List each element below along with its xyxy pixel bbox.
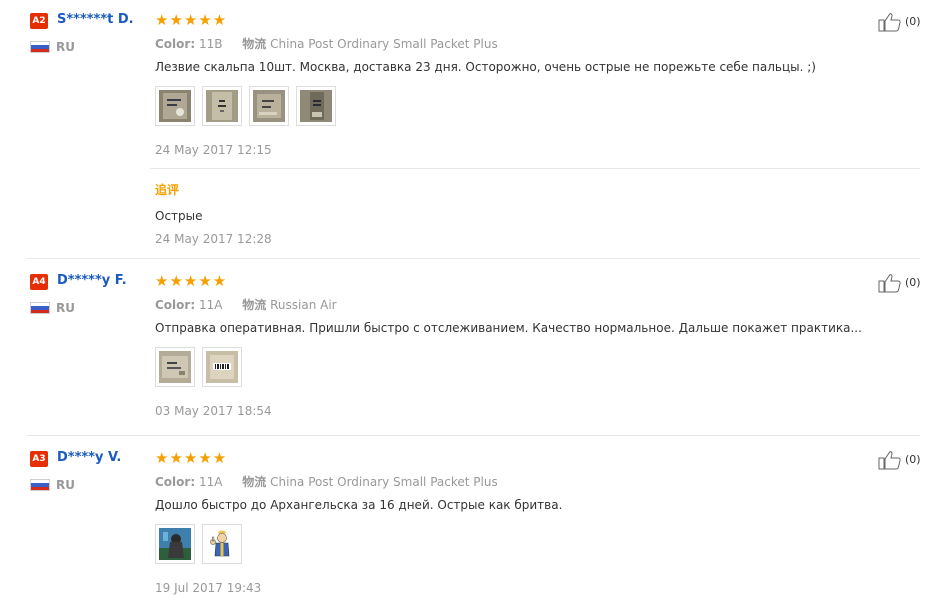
character-art-icon — [159, 528, 191, 560]
color-label: Color: — [155, 37, 196, 51]
thumbs-up-icon — [878, 13, 901, 32]
package-photo-icon — [159, 90, 191, 122]
color-value: 11A — [198, 298, 223, 312]
star-rating: ★★★★★ — [155, 11, 228, 29]
russia-flag-icon — [30, 479, 50, 491]
review-photo-thumbnail[interactable] — [155, 86, 195, 126]
package-photo-icon — [300, 90, 332, 122]
review-meta: Color: 11A 物流 China Post Ordinary Small … — [155, 473, 498, 490]
color-label: Color: — [155, 475, 196, 489]
review-date: 19 Jul 2017 19:43 — [155, 581, 262, 595]
package-photo-icon — [206, 351, 238, 383]
shipping-label: 物流 — [242, 475, 267, 489]
russia-flag-icon — [30, 41, 50, 53]
thumbs-up-icon — [878, 274, 901, 293]
followup-text: Острые — [155, 209, 203, 223]
color-value: 11B — [198, 37, 223, 51]
review-meta: Color: 11B 物流 China Post Ordinary Small … — [155, 35, 498, 52]
thumbs-up-icon — [878, 451, 901, 470]
review-item: A2 S******t D. RU ★★★★★ Color: 11B 物流 Ch… — [0, 0, 946, 258]
russia-flag-icon — [30, 302, 50, 314]
helpful-count: (0) — [905, 15, 921, 28]
review-photo-thumbnail[interactable] — [249, 86, 289, 126]
review-meta: Color: 11A 物流 Russian Air — [155, 296, 337, 313]
review-date: 03 May 2017 18:54 — [155, 404, 272, 418]
reviewer-name-link[interactable]: D*****y F. — [57, 273, 127, 288]
star-rating: ★★★★★ — [155, 272, 228, 290]
review-item: A3 D****y V. RU ★★★★★ Color: 11A 物流 Chin… — [0, 436, 946, 595]
followup-divider — [150, 168, 920, 169]
shipping-value: China Post Ordinary Small Packet Plus — [270, 37, 498, 51]
shipping-value: Russian Air — [270, 298, 337, 312]
reviewer-name-link[interactable]: D****y V. — [57, 450, 121, 465]
user-level-badge: A2 — [30, 13, 48, 29]
helpful-count: (0) — [905, 276, 921, 289]
package-photo-icon — [206, 90, 238, 122]
followup-date: 24 May 2017 12:28 — [155, 232, 272, 246]
review-photo-thumbnail[interactable] — [155, 347, 195, 387]
color-label: Color: — [155, 298, 196, 312]
followup-label: 追评 — [155, 183, 180, 197]
reviewer-country: RU — [56, 301, 75, 315]
reviewer-name-link[interactable]: S******t D. — [57, 12, 134, 27]
thumbs-up-character-icon — [206, 528, 238, 560]
review-text: Дошло быстро до Архангельска за 16 дней.… — [155, 498, 563, 512]
review-item: A4 D*****y F. RU ★★★★★ Color: 11A 物流 Rus… — [0, 259, 946, 435]
reviewer-country: RU — [56, 478, 75, 492]
review-text: Отправка оперативная. Пришли быстро с от… — [155, 321, 862, 335]
review-text: Лезвие скальпа 10шт. Москва, доставка 23… — [155, 60, 816, 74]
package-photo-icon — [159, 351, 191, 383]
review-photo-thumbnail[interactable] — [155, 524, 195, 564]
package-photo-icon — [253, 90, 285, 122]
review-photo-thumbnail[interactable] — [202, 86, 242, 126]
review-photo-thumbnail[interactable] — [202, 524, 242, 564]
star-rating: ★★★★★ — [155, 449, 228, 467]
user-level-badge: A4 — [30, 274, 48, 290]
shipping-value: China Post Ordinary Small Packet Plus — [270, 475, 498, 489]
shipping-label: 物流 — [242, 37, 267, 51]
shipping-label: 物流 — [242, 298, 267, 312]
review-photo-thumbnail[interactable] — [296, 86, 336, 126]
user-level-badge: A3 — [30, 451, 48, 467]
review-date: 24 May 2017 12:15 — [155, 143, 272, 157]
review-photo-thumbnail[interactable] — [202, 347, 242, 387]
color-value: 11A — [198, 475, 223, 489]
helpful-count: (0) — [905, 453, 921, 466]
reviewer-country: RU — [56, 40, 75, 54]
